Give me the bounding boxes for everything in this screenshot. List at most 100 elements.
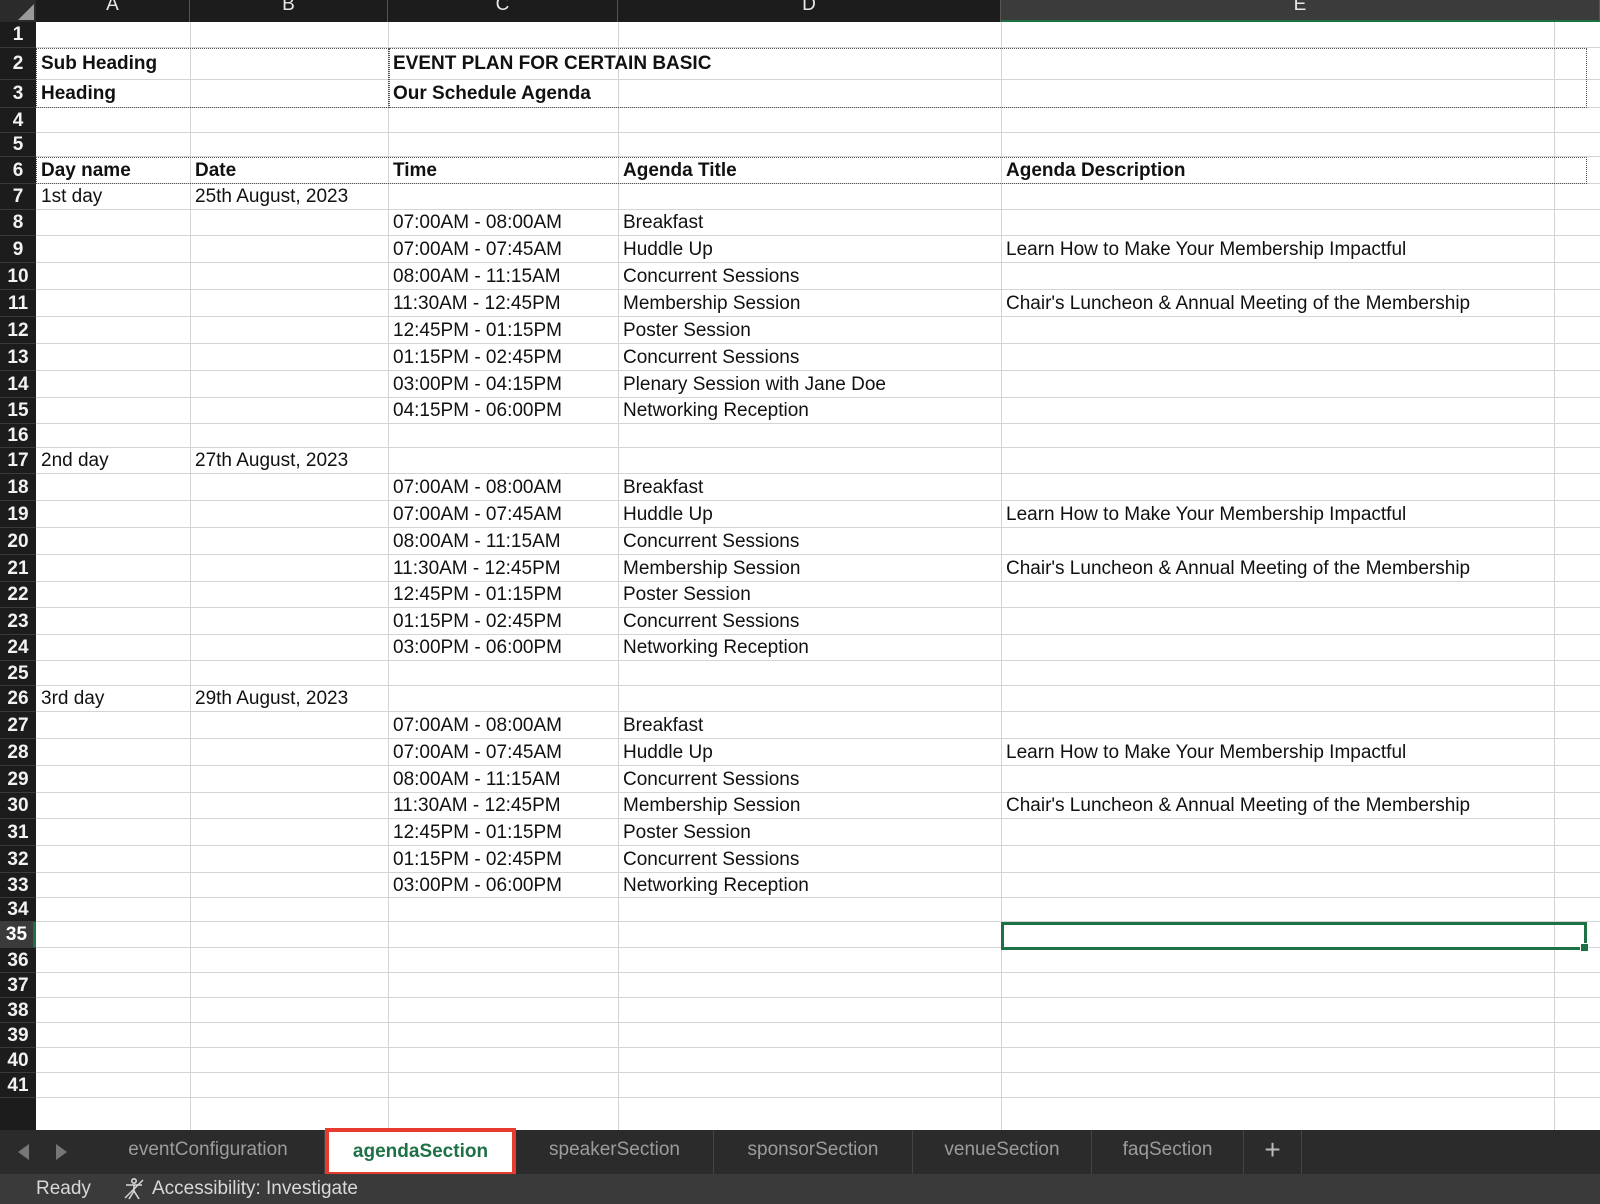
row-header-11[interactable]: 11 [0, 290, 36, 317]
row-header-40[interactable]: 40 [0, 1048, 36, 1073]
row-header-26[interactable]: 26 [0, 686, 36, 712]
row-header-6[interactable]: 6 [0, 157, 36, 184]
cell-e11[interactable]: Chair's Luncheon & Annual Meeting of the… [1001, 290, 1561, 317]
row-header-30[interactable]: 30 [0, 793, 36, 819]
cell-d29[interactable]: Concurrent Sessions [618, 766, 1121, 793]
cell-d22[interactable]: Poster Session [618, 582, 1121, 608]
row-header-34[interactable]: 34 [0, 898, 36, 922]
row-header-33[interactable]: 33 [0, 873, 36, 898]
fill-handle[interactable] [1580, 943, 1589, 952]
selected-cell-e35[interactable] [1001, 922, 1589, 952]
accessibility-status[interactable]: Accessibility: Investigate [152, 1178, 358, 1200]
row-header-5[interactable]: 5 [0, 133, 36, 157]
row-header-37[interactable]: 37 [0, 973, 36, 998]
cell-d32[interactable]: Concurrent Sessions [618, 846, 1121, 873]
cell-d27[interactable]: Breakfast [618, 712, 1121, 739]
row-header-21[interactable]: 21 [0, 555, 36, 582]
cell-a3[interactable]: Heading [36, 80, 310, 108]
row-header-39[interactable]: 39 [0, 1023, 36, 1048]
cell-d33[interactable]: Networking Reception [618, 873, 1121, 898]
row-header-9[interactable]: 9 [0, 236, 36, 263]
cell-d23[interactable]: Concurrent Sessions [618, 608, 1121, 635]
row-header-29[interactable]: 29 [0, 766, 36, 793]
column-header-bar: ABCDE [0, 0, 1600, 22]
row-header-38[interactable]: 38 [0, 998, 36, 1023]
row-header-13[interactable]: 13 [0, 344, 36, 371]
row-header-7[interactable]: 7 [0, 184, 36, 210]
row-header-25[interactable]: 25 [0, 661, 36, 686]
row-header-28[interactable]: 28 [0, 739, 36, 766]
cell-b7[interactable]: 25th August, 2023 [190, 184, 508, 210]
grid-row-line [36, 132, 1600, 133]
cell-e21[interactable]: Chair's Luncheon & Annual Meeting of the… [1001, 555, 1561, 582]
sheet-tab-speakerSection[interactable]: speakerSection [516, 1130, 714, 1174]
row-header-32[interactable]: 32 [0, 846, 36, 873]
cell-d12[interactable]: Poster Session [618, 317, 1121, 344]
prev-sheet-icon[interactable] [18, 1144, 29, 1160]
row-header-22[interactable]: 22 [0, 582, 36, 608]
row-header-15[interactable]: 15 [0, 398, 36, 424]
grid-row-line [36, 1072, 1600, 1073]
column-header-d[interactable]: D [618, 0, 1001, 22]
row-header-23[interactable]: 23 [0, 608, 36, 635]
sheet-tab-sponsorSection[interactable]: sponsorSection [714, 1130, 913, 1174]
row-header-41[interactable]: 41 [0, 1073, 36, 1098]
row-header-12[interactable]: 12 [0, 317, 36, 344]
cell-e9[interactable]: Learn How to Make Your Membership Impact… [1001, 236, 1561, 263]
row-header-2[interactable]: 2 [0, 48, 36, 80]
column-header-b[interactable]: B [190, 0, 388, 22]
sheet-tab-eventConfiguration[interactable]: eventConfiguration [92, 1130, 325, 1174]
sheet-tab-bar: eventConfiguration agendaSection speakerSe… [0, 1128, 1600, 1176]
cell-e19[interactable]: Learn How to Make Your Membership Impact… [1001, 501, 1561, 528]
row-header-10[interactable]: 10 [0, 263, 36, 290]
row-header-31[interactable]: 31 [0, 819, 36, 846]
cell-d18[interactable]: Breakfast [618, 474, 1121, 501]
accessibility-icon[interactable] [122, 1177, 146, 1201]
cell-d24[interactable]: Networking Reception [618, 635, 1121, 661]
row-header-18[interactable]: 18 [0, 474, 36, 501]
sheet-tab-agendaSection[interactable]: agendaSection [325, 1128, 516, 1176]
row-header-24[interactable]: 24 [0, 635, 36, 661]
row-header-14[interactable]: 14 [0, 371, 36, 398]
add-sheet-icon[interactable]: + [1244, 1130, 1302, 1174]
cell-d15[interactable]: Networking Reception [618, 398, 1121, 424]
cell-d10[interactable]: Concurrent Sessions [618, 263, 1121, 290]
row-header-35[interactable]: 35 [0, 922, 36, 948]
grid-row-line [36, 1047, 1600, 1048]
column-header-e[interactable]: E [1001, 0, 1600, 22]
cell-b17[interactable]: 27th August, 2023 [190, 448, 508, 474]
select-all-corner[interactable] [0, 0, 36, 22]
grid-row-line [36, 997, 1600, 998]
row-header-1[interactable]: 1 [0, 22, 36, 48]
row-header-3[interactable]: 3 [0, 80, 36, 108]
column-header-a[interactable]: A [36, 0, 190, 22]
cell-e6[interactable]: Agenda Description [1001, 157, 1561, 184]
sheet-tab-faqSection[interactable]: faqSection [1092, 1130, 1244, 1174]
sheet-tab-venueSection[interactable]: venueSection [913, 1130, 1092, 1174]
row-header-19[interactable]: 19 [0, 501, 36, 528]
cell-d13[interactable]: Concurrent Sessions [618, 344, 1121, 371]
row-header-8[interactable]: 8 [0, 210, 36, 236]
cell-a2[interactable]: Sub Heading [36, 48, 310, 80]
row-header-20[interactable]: 20 [0, 528, 36, 555]
cell-b26[interactable]: 29th August, 2023 [190, 686, 508, 712]
row-header-16[interactable]: 16 [0, 424, 36, 448]
cell-d8[interactable]: Breakfast [618, 210, 1121, 236]
cell-c3[interactable]: Our Schedule Agenda [388, 80, 1548, 108]
cell-grid[interactable]: Sub Heading EVENT PLAN FOR CERTAIN BASIC H… [36, 22, 1600, 1130]
row-header-4[interactable]: 4 [0, 108, 36, 133]
cell-d20[interactable]: Concurrent Sessions [618, 528, 1121, 555]
grid-row-line [36, 1097, 1600, 1098]
next-sheet-icon[interactable] [56, 1144, 67, 1160]
row-header-17[interactable]: 17 [0, 448, 36, 474]
row-header-36[interactable]: 36 [0, 948, 36, 973]
cell-e30[interactable]: Chair's Luncheon & Annual Meeting of the… [1001, 793, 1561, 819]
column-header-c[interactable]: C [388, 0, 618, 22]
cell-e28[interactable]: Learn How to Make Your Membership Impact… [1001, 739, 1561, 766]
grid-row-line [36, 1022, 1600, 1023]
cell-d14[interactable]: Plenary Session with Jane Doe [618, 371, 1121, 398]
status-ready: Ready [36, 1178, 91, 1199]
row-header-27[interactable]: 27 [0, 712, 36, 739]
cell-d31[interactable]: Poster Session [618, 819, 1121, 846]
cell-c2[interactable]: EVENT PLAN FOR CERTAIN BASIC [388, 48, 1548, 80]
